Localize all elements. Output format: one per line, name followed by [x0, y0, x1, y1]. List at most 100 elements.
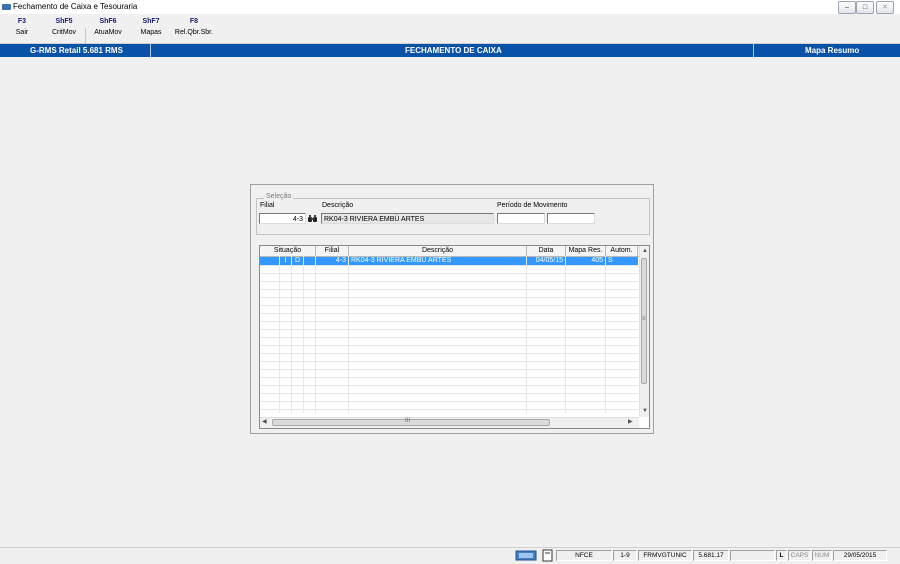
grid-row-line [260, 401, 638, 402]
cell-marker [260, 257, 280, 265]
vertical-scroll-thumb[interactable]: ≡ [641, 258, 647, 384]
document-icon [542, 549, 553, 562]
vertical-scrollbar[interactable]: ▲ ≡ ▼ [639, 246, 649, 417]
grid-row-line [260, 393, 638, 394]
mapas-key: ShF7 [142, 18, 160, 25]
sair-key: F3 [17, 18, 27, 25]
cell-descricao: RK04-3 RIVIERA EMBÚ ARTES [349, 257, 527, 265]
grid-row-line [260, 289, 638, 290]
status-form: FRMVGTUNIC [638, 550, 692, 561]
periodo-label: Período de Movimento [497, 202, 568, 209]
grid-column-line [348, 256, 349, 413]
status-l: L [776, 550, 787, 561]
title-bar: Fechamento de Caixa e Tesouraria – □ ✕ [0, 0, 900, 14]
grid-row-line [260, 313, 638, 314]
grid-column-line [565, 256, 566, 413]
scroll-grip-icon: ≡ [642, 316, 646, 322]
critmov-label: CritMov [51, 29, 77, 36]
maximize-button[interactable]: □ [856, 1, 874, 14]
col-data[interactable]: Data [527, 246, 566, 256]
scroll-right-icon[interactable]: ▶ [628, 418, 633, 426]
binoculars-search-button[interactable] [307, 213, 318, 224]
binoculars-icon [308, 215, 317, 222]
header-divider [150, 44, 151, 57]
hscroll-grip-icon: III [405, 418, 411, 424]
filial-field[interactable]: 4-3 [259, 213, 306, 224]
rel-qbr-sbr-key: F8 [189, 18, 199, 25]
periodo-start-field[interactable] [497, 213, 545, 224]
grid-row-line [260, 281, 638, 282]
cell-autom: S [608, 257, 613, 264]
status-date: 29/05/2015 [833, 550, 887, 561]
col-autom[interactable]: Autom. [606, 246, 638, 256]
grid-row-line [260, 409, 638, 410]
filial-label: Filial [260, 202, 275, 209]
mapas-button[interactable]: ShF7 Mapas [136, 17, 166, 43]
col-descricao[interactable]: Descrição [349, 246, 527, 256]
grid-row-line [260, 297, 638, 298]
status-version: 5.681.17 [693, 550, 729, 561]
status-range: 1-9 [613, 550, 637, 561]
scroll-up-icon[interactable]: ▲ [642, 247, 648, 255]
table-row[interactable]: I D 4-3 RK04-3 RIVIERA EMBÚ ARTES 04/05/… [260, 257, 638, 265]
grid-row-line [260, 329, 638, 330]
grid-row-line [260, 337, 638, 338]
minimize-button[interactable]: – [838, 1, 856, 14]
rel-qbr-sbr-label: Rel.Qbr.Sbr. [174, 29, 214, 36]
cell-data: 04/05/15 [527, 257, 566, 265]
critmov-button[interactable]: ShF5 CritMov [48, 17, 80, 43]
header-bar: G-RMS Retail 5.681 RMS FECHAMENTO DE CAI… [0, 44, 900, 57]
close-button[interactable]: ✕ [876, 1, 894, 14]
cell-mapa-res: 405 [566, 257, 606, 265]
toolbar: F3 Sair ShF5 CritMov ShF6 AtuaMov ShF7 M… [0, 14, 900, 56]
grid-row-line [260, 369, 638, 370]
product-name: G-RMS Retail 5.681 RMS [30, 46, 123, 55]
status-bar: NFCE 1-9 FRMVGTUNIC 5.681.17 L CAPS NUM … [0, 547, 900, 563]
window-title: Fechamento de Caixa e Tesouraria [13, 2, 138, 11]
grid-column-line [291, 256, 292, 413]
col-situacao[interactable]: Situação [260, 246, 316, 256]
selection-legend: Seleção [264, 193, 294, 200]
atuamov-button[interactable]: ShF6 AtuaMov [90, 17, 126, 43]
scroll-left-icon[interactable]: ◀ [262, 418, 267, 426]
section-title: Mapa Resumo [805, 46, 860, 55]
network-icon [515, 549, 539, 562]
grid-row-line [260, 345, 638, 346]
status-empty [730, 550, 775, 561]
grid-header: Situação Filial Descrição Data Mapa Res.… [260, 246, 640, 257]
scroll-down-icon[interactable]: ▼ [642, 407, 648, 415]
col-mapa-res[interactable]: Mapa Res. [566, 246, 606, 256]
descricao-label: Descrição [322, 202, 354, 209]
horizontal-scroll-thumb[interactable]: III [272, 418, 550, 426]
col-filial[interactable]: Filial [316, 246, 349, 256]
atuamov-label: AtuaMov [94, 29, 122, 36]
grid-row-line [260, 361, 638, 362]
grid-column-line [605, 256, 606, 413]
cell-filial: 4-3 [316, 257, 349, 265]
selection-groupbox: Seleção Filial 4-3 Descrição RK04-3 RIVI… [256, 193, 650, 235]
sair-label: Sair [15, 29, 29, 36]
resumo-grid[interactable]: Situação Filial Descrição Data Mapa Res.… [259, 245, 650, 429]
grid-row-line [260, 353, 638, 354]
grid-column-line [279, 256, 280, 413]
app-icon [2, 4, 11, 10]
descricao-field: RK04-3 RIVIERA EMBÚ ARTES [321, 213, 494, 224]
periodo-end-field[interactable] [547, 213, 595, 224]
grid-row-line [260, 273, 638, 274]
grid-column-line [303, 256, 304, 413]
grid-row-line [260, 265, 638, 266]
grid-row-line [260, 385, 638, 386]
grid-column-line [315, 256, 316, 413]
main-panel: Seleção Filial 4-3 Descrição RK04-3 RIVI… [250, 184, 654, 434]
screen-title: FECHAMENTO DE CAIXA [405, 46, 502, 55]
atuamov-key: ShF6 [99, 18, 117, 25]
grid-row-line [260, 305, 638, 306]
mapas-label: Mapas [140, 29, 162, 36]
rel-qbr-sbr-button[interactable]: F8 Rel.Qbr.Sbr. [172, 17, 216, 43]
sair-button[interactable]: F3 Sair [8, 17, 36, 43]
horizontal-scrollbar[interactable]: ◀ III ▶ [260, 417, 639, 428]
grid-row-line [260, 377, 638, 378]
status-num: NUM [812, 550, 832, 561]
grid-row-line [260, 321, 638, 322]
critmov-key: ShF5 [55, 18, 73, 25]
